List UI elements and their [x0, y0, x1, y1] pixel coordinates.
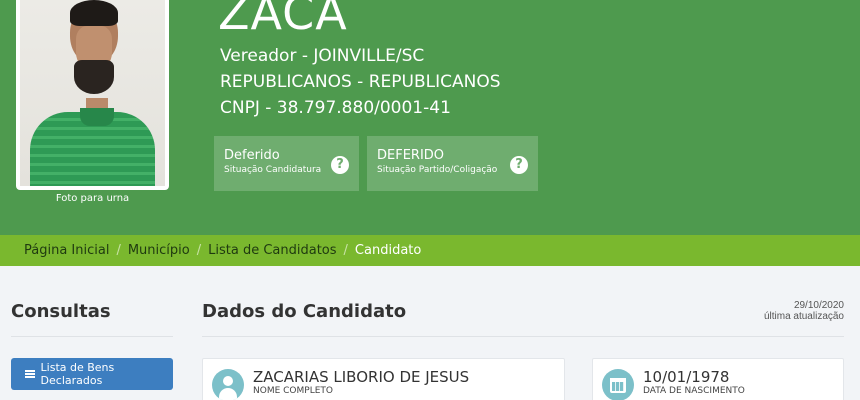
lista-bens-button[interactable]: Lista de Bens Declarados — [11, 358, 173, 390]
candidate-office: Vereador - JOINVILLE/SC — [220, 46, 425, 66]
nome-completo-card: ZACARIAS LIBORIO DE JESUS NOME COMPLETO — [202, 358, 565, 400]
breadcrumb-separator: / — [343, 243, 348, 258]
divider — [202, 336, 844, 337]
update-date: 29/10/2020 — [793, 300, 844, 311]
candidate-party: REPUBLICANOS - REPUBLICANOS — [220, 72, 501, 92]
nome-completo-value: ZACARIAS LIBORIO DE JESUS — [253, 368, 470, 386]
status-partido-label: Situação Partido/Coligação — [377, 165, 498, 175]
candidate-header: Foto para urna ZACA Vereador - JOINVILLE… — [0, 0, 860, 235]
status-candidatura-value: Deferido — [224, 148, 280, 163]
data-nascimento-card: 10/01/1978 DATA DE NASCIMENTO — [592, 358, 844, 400]
data-nascimento-value: 10/01/1978 — [643, 368, 730, 386]
breadcrumb-separator: / — [196, 243, 202, 258]
breadcrumb-lista-candidatos[interactable]: Lista de Candidatos — [208, 243, 336, 258]
photo-caption: Foto para urna — [55, 193, 130, 204]
list-icon — [25, 370, 35, 378]
data-nascimento-label: DATA DE NASCIMENTO — [643, 386, 745, 396]
lista-bens-label: Lista de Bens Declarados — [40, 361, 115, 387]
user-icon — [212, 369, 244, 400]
candidate-photo-frame — [16, 0, 169, 190]
nome-completo-label: NOME COMPLETO — [253, 386, 333, 396]
dados-candidato-title: Dados do Candidato — [202, 301, 407, 322]
breadcrumb-municipio[interactable]: Município — [128, 243, 190, 258]
consultas-title: Consultas — [11, 301, 111, 322]
breadcrumb-current: Candidato — [354, 243, 422, 258]
status-partido-value: DEFERIDO — [377, 148, 445, 163]
update-label: última atualização — [763, 311, 844, 322]
question-circle-icon[interactable]: ? — [331, 156, 349, 174]
candidate-name: ZACA — [218, 0, 348, 40]
candidate-cnpj: CNPJ - 38.797.880/0001-41 — [220, 98, 451, 118]
breadcrumb: Página Inicial / Município / Lista de Ca… — [0, 235, 860, 266]
status-partido: DEFERIDO Situação Partido/Coligação ? — [367, 136, 538, 191]
question-circle-icon[interactable]: ? — [510, 156, 528, 174]
breadcrumb-home[interactable]: Página Inicial — [24, 243, 109, 258]
calendar-icon — [602, 369, 634, 400]
divider — [11, 336, 173, 337]
status-candidatura: Deferido Situação Candidatura ? — [214, 136, 359, 191]
candidate-photo — [20, 0, 165, 186]
breadcrumb-separator: / — [116, 243, 121, 258]
